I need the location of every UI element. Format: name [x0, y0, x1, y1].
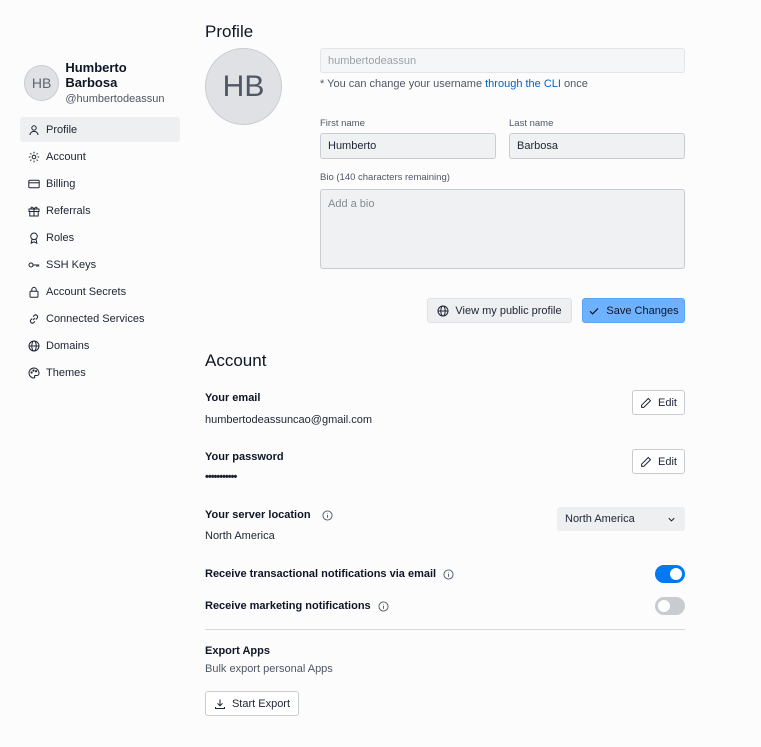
- avatar[interactable]: HB: [24, 64, 60, 101]
- sidebar-item-label: Domains: [46, 339, 90, 352]
- toggle-knob: [670, 568, 682, 580]
- key-icon: [28, 259, 40, 271]
- cli-link[interactable]: through the CLI: [485, 78, 561, 90]
- sidebar-item-label: Referrals: [46, 204, 91, 217]
- email-title: Your email: [205, 392, 261, 404]
- password-value: •••••••••••: [205, 471, 237, 483]
- edit-password-button[interactable]: Edit: [632, 449, 685, 474]
- gift-icon: [28, 205, 40, 217]
- credit-card-icon: [28, 178, 40, 190]
- edit-label: Edit: [658, 396, 677, 409]
- sidebar-item-account-secrets[interactable]: Account Secrets: [20, 279, 180, 304]
- divider: [205, 629, 685, 630]
- start-export-button[interactable]: Start Export: [205, 691, 299, 716]
- username-note-suffix: once: [564, 78, 588, 90]
- sidebar-item-billing[interactable]: Billing: [20, 171, 180, 196]
- sidebar-item-referrals[interactable]: Referrals: [20, 198, 180, 223]
- sidebar-item-label: SSH Keys: [46, 258, 97, 271]
- save-changes-button[interactable]: Save Changes: [582, 298, 685, 323]
- sidebar-item-label: Roles: [46, 231, 75, 244]
- sidebar: HB Humberto Barbosa @humbertodeassun Pro…: [20, 60, 180, 387]
- pencil-icon: [641, 397, 652, 408]
- download-icon: [214, 699, 225, 709]
- start-export-label: Start Export: [231, 697, 291, 710]
- sidebar-item-account[interactable]: Account: [20, 144, 180, 169]
- lock-icon: [28, 286, 40, 298]
- info-icon[interactable]: [378, 601, 389, 612]
- user-icon: [28, 124, 40, 136]
- bio-label: Bio (140 characters remaining): [320, 172, 450, 183]
- username-field[interactable]: humbertodeassun: [320, 48, 685, 73]
- server-location-value: North America: [205, 530, 275, 542]
- link-icon: [28, 313, 40, 325]
- server-location-select-value: North America: [565, 513, 635, 525]
- edit-label: Edit: [658, 455, 677, 468]
- globe-icon: [28, 340, 40, 352]
- last-name-field[interactable]: Barbosa: [509, 133, 685, 159]
- username-note: * You can change your username through t…: [320, 78, 588, 90]
- last-name-label: Last name: [509, 118, 554, 129]
- sidebar-item-domains[interactable]: Domains: [20, 333, 180, 358]
- bio-textarea[interactable]: Add a bio: [320, 189, 685, 269]
- sidebar-item-label: Themes: [46, 366, 86, 379]
- sidebar-item-label: Billing: [46, 177, 76, 190]
- transactional-notifications-toggle[interactable]: [655, 565, 685, 583]
- marketing-notifications-label: Receive marketing notifications: [205, 600, 371, 612]
- globe-icon: [437, 305, 449, 316]
- edit-email-button[interactable]: Edit: [632, 390, 685, 415]
- palette-icon: [28, 366, 40, 379]
- server-location-select[interactable]: North America: [557, 507, 685, 531]
- badge-icon: [28, 232, 40, 244]
- sidebar-item-label: Profile: [46, 123, 78, 136]
- view-public-profile-button[interactable]: View my public profile: [427, 298, 572, 323]
- toggle-knob: [658, 600, 670, 612]
- transactional-notifications-label: Receive transactional notifications via …: [205, 568, 437, 580]
- export-apps-subtitle: Bulk export personal Apps: [205, 663, 333, 675]
- export-apps-title: Export Apps: [205, 645, 270, 657]
- save-changes-label: Save Changes: [606, 304, 679, 317]
- sidebar-item-label: Account Secrets: [46, 285, 127, 298]
- marketing-notifications-toggle[interactable]: [655, 597, 685, 615]
- password-title: Your password: [205, 451, 284, 463]
- sidebar-item-label: Connected Services: [46, 312, 145, 325]
- sidebar-item-themes[interactable]: Themes: [20, 360, 180, 385]
- sidebar-item-label: Account: [46, 150, 86, 163]
- marketing-notifications-row: Receive marketing notifications: [205, 600, 389, 612]
- user-card: HB Humberto Barbosa @humbertodeassun: [20, 60, 180, 105]
- server-location-title-text: Your server location: [205, 509, 311, 521]
- transactional-notifications-row: Receive transactional notifications via …: [205, 568, 454, 580]
- server-location-title: Your server location: [205, 509, 333, 521]
- user-handle: @humbertodeassun: [65, 93, 165, 105]
- user-name: Humberto Barbosa: [65, 60, 127, 90]
- account-title: Account: [205, 351, 267, 370]
- info-icon[interactable]: [322, 510, 333, 521]
- email-value: humbertodeassuncao@gmail.com: [205, 414, 373, 426]
- first-name-field[interactable]: Humberto: [320, 133, 496, 159]
- username-note-prefix: * You can change your username: [320, 78, 483, 90]
- profile-title: Profile: [205, 22, 254, 41]
- info-icon[interactable]: [443, 569, 454, 580]
- gear-icon: [28, 151, 40, 163]
- sidebar-item-ssh-keys[interactable]: SSH Keys: [20, 252, 180, 277]
- chevron-down-icon: [668, 517, 675, 522]
- profile-avatar[interactable]: HB: [205, 48, 282, 125]
- pencil-icon: [641, 456, 652, 467]
- sidebar-item-connected-services[interactable]: Connected Services: [20, 306, 180, 331]
- sidebar-item-profile[interactable]: Profile: [20, 117, 180, 142]
- sidebar-item-roles[interactable]: Roles: [20, 225, 180, 250]
- first-name-label: First name: [320, 118, 365, 129]
- check-icon: [589, 307, 599, 315]
- view-public-profile-label: View my public profile: [455, 304, 562, 317]
